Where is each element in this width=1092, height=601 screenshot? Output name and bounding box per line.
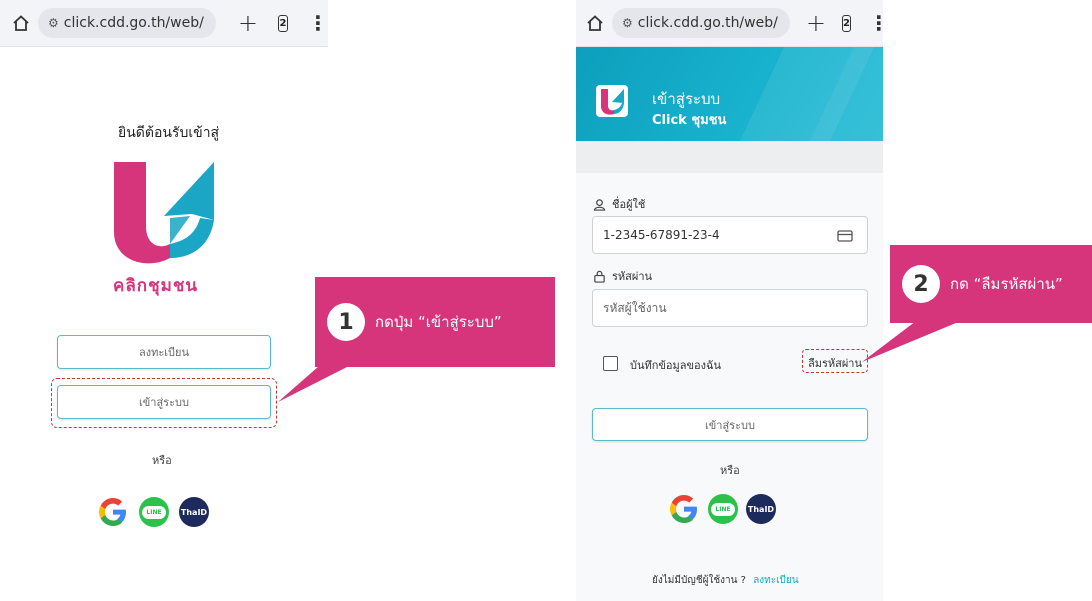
or-divider: หรือ — [152, 454, 172, 467]
username-field[interactable]: 1-2345-67891-23-4 — [592, 216, 868, 254]
callout-2: 2 กด “ลืมรหัสผ่าน” — [890, 245, 1092, 323]
site-settings-icon[interactable]: ⚙ — [622, 16, 633, 30]
header-subtitle: Click ชุมชน — [652, 113, 727, 128]
callout2-pointer — [862, 318, 968, 362]
forgot-password-link[interactable]: ลืมรหัสผ่าน — [808, 354, 862, 372]
social-login-right: LINE ThaID — [668, 493, 776, 525]
browser-bar-right: ⚙ click.cdd.go.th/web/ + 2 ⋮ — [576, 0, 889, 47]
google-icon[interactable] — [97, 496, 129, 528]
header-spacer — [576, 141, 883, 173]
step-number-1: 1 — [327, 303, 365, 341]
more-menu-icon[interactable]: ⋮ — [308, 13, 328, 33]
callout-1: 1 กดปุ่ม “เข้าสู่ระบบ” — [315, 277, 555, 367]
tab-switcher-button[interactable]: 2 — [841, 14, 851, 32]
browser-bar-left: ⚙ click.cdd.go.th/web/ + 2 ⋮ — [0, 0, 328, 47]
remember-checkbox[interactable] — [603, 356, 618, 371]
lock-icon — [594, 270, 605, 283]
register-link[interactable]: ลงทะเบียน — [753, 575, 798, 586]
address-bar[interactable]: ⚙ click.cdd.go.th/web/ — [612, 8, 790, 38]
login-submit-button[interactable]: เข้าสู่ระบบ — [592, 408, 868, 441]
callout-1-text: กดปุ่ม “เข้าสู่ระบบ” — [375, 313, 502, 331]
url-text: click.cdd.go.th/web/ — [63, 15, 204, 31]
password-label: รหัสผ่าน — [593, 267, 652, 285]
step-number-2: 2 — [902, 265, 940, 303]
new-tab-icon[interactable]: + — [806, 11, 826, 35]
home-icon[interactable] — [586, 12, 604, 34]
site-settings-icon[interactable]: ⚙ — [48, 16, 59, 30]
id-card-icon — [837, 230, 853, 242]
google-icon[interactable] — [668, 493, 700, 525]
line-icon[interactable]: LINE — [708, 494, 738, 524]
or-divider: หรือ — [720, 464, 740, 477]
register-prompt: ยังไม่มีบัญชีผู้ใช้งาน ? ลงทะเบียน — [652, 573, 799, 588]
tab-switcher-button[interactable]: 2 — [277, 14, 288, 32]
header-title: เข้าสู่ระบบ — [652, 90, 721, 108]
header-logo — [596, 85, 628, 117]
login-button[interactable]: เข้าสู่ระบบ — [57, 385, 271, 419]
home-icon[interactable] — [12, 12, 30, 34]
url-text: click.cdd.go.th/web/ — [637, 15, 778, 31]
remember-label: บันทึกข้อมูลของฉัน — [630, 359, 722, 372]
welcome-title: ยินดีต้อนรับเข้าสู่ — [118, 125, 220, 141]
callout-2-text: กด “ลืมรหัสผ่าน” — [950, 275, 1063, 293]
password-placeholder: รหัสผู้ใช้งาน — [603, 300, 667, 315]
login-header: เข้าสู่ระบบ Click ชุมชน — [576, 47, 883, 141]
app-logo — [108, 158, 228, 270]
no-account-text: ยังไม่มีบัญชีผู้ใช้งาน ? — [652, 575, 746, 586]
logo-text: คลิกชุมชน — [113, 276, 198, 296]
social-login-left: LINE ThaID — [97, 496, 209, 528]
thaid-icon[interactable]: ThaID — [179, 497, 209, 527]
password-field[interactable]: รหัสผู้ใช้งาน — [592, 289, 868, 327]
new-tab-icon[interactable]: + — [238, 11, 258, 35]
address-bar[interactable]: ⚙ click.cdd.go.th/web/ — [38, 8, 216, 38]
register-button[interactable]: ลงทะเบียน — [57, 335, 271, 369]
more-menu-icon[interactable]: ⋮ — [869, 13, 889, 33]
line-icon[interactable]: LINE — [139, 497, 169, 527]
username-value: 1-2345-67891-23-4 — [603, 228, 720, 242]
thaid-icon[interactable]: ThaID — [746, 494, 776, 524]
username-label: ชื่อผู้ใช้ — [593, 195, 645, 213]
user-icon — [593, 198, 606, 211]
